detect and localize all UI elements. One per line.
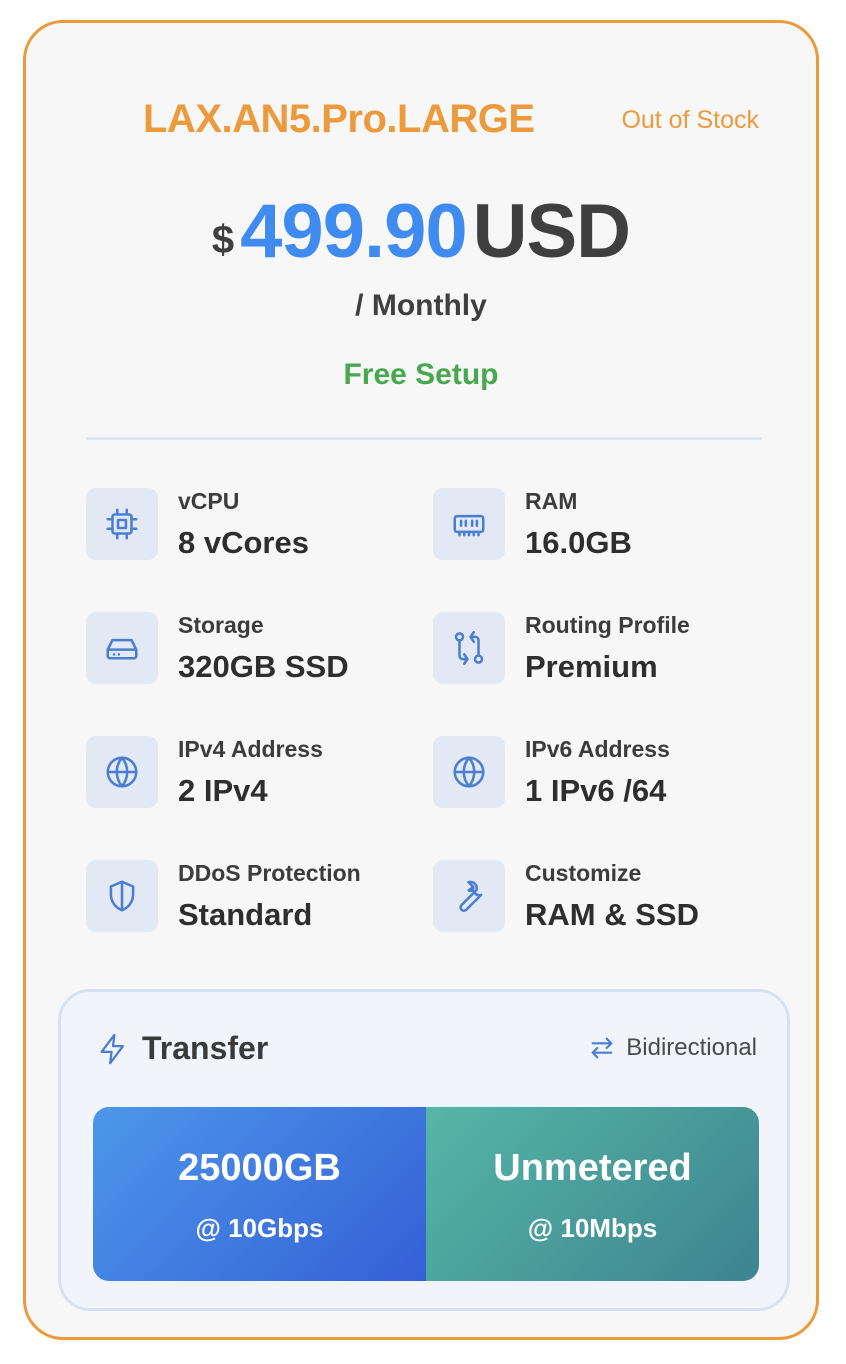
lightning-icon <box>100 1033 125 1064</box>
transfer-header: Transfer <box>96 1030 268 1067</box>
spec-label: Storage <box>178 612 264 638</box>
spec-value: 2 IPv4 <box>178 773 268 808</box>
spec-routing: Routing Profile Premium <box>433 612 753 686</box>
spec-label: IPv4 Address <box>178 736 323 762</box>
spec-ipv6: IPv6 Address 1 IPv6 /64 <box>433 736 753 810</box>
globe-icon <box>433 736 505 808</box>
spec-value: RAM & SSD <box>525 897 699 932</box>
cpu-icon <box>86 488 158 560</box>
currency-code: USD <box>472 189 631 274</box>
spec-ddos: DDoS Protection Standard <box>86 860 406 934</box>
spec-vcpu: vCPU 8 vCores <box>86 488 406 562</box>
spec-value: 320GB SSD <box>178 649 349 684</box>
spec-label: DDoS Protection <box>178 860 361 886</box>
spec-label: Customize <box>525 860 642 886</box>
spec-label: Routing Profile <box>525 612 690 638</box>
setup-fee: Free Setup <box>343 358 499 391</box>
billing-period: / Monthly <box>355 289 487 322</box>
shield-icon <box>86 860 158 932</box>
currency-symbol: $ <box>211 218 235 262</box>
transfer-speed: @ 10Mbps <box>527 1213 658 1243</box>
spec-label: RAM <box>525 488 578 514</box>
divider <box>86 437 762 440</box>
globe-icon <box>86 736 158 808</box>
transfer-mode: Bidirectional <box>588 1034 757 1062</box>
plan-name: LAX.AN5.Pro.LARGE <box>143 97 535 141</box>
spec-ipv4: IPv4 Address 2 IPv4 <box>86 736 406 810</box>
price: $499.90USD <box>26 188 816 275</box>
spec-storage: Storage 320GB SSD <box>86 612 406 686</box>
transfer-mode-label: Bidirectional <box>626 1034 757 1061</box>
transfer-title: Transfer <box>142 1030 269 1066</box>
route-icon <box>433 612 505 684</box>
price-amount: 499.90 <box>240 189 467 274</box>
spec-value: Standard <box>178 897 313 932</box>
transfer-bar-primary: 25000GB @ 10Gbps <box>93 1107 426 1281</box>
spec-value: 8 vCores <box>178 525 309 560</box>
transfer-amount: Unmetered <box>493 1147 692 1189</box>
transfer-bars: 25000GB @ 10Gbps Unmetered @ 10Mbps <box>93 1107 759 1281</box>
swap-arrows-icon <box>591 1037 613 1059</box>
spec-value: 1 IPv6 /64 <box>525 773 667 808</box>
spec-label: IPv6 Address <box>525 736 670 762</box>
spec-label: vCPU <box>178 488 240 514</box>
transfer-speed: @ 10Gbps <box>195 1213 324 1243</box>
wrench-icon <box>433 860 505 932</box>
transfer-panel: Transfer Bidirectional 25000GB @ 10Gbps … <box>58 989 790 1311</box>
memory-icon <box>433 488 505 560</box>
plan-card[interactable]: LAX.AN5.Pro.LARGE Out of Stock $499.90US… <box>23 20 819 1340</box>
stock-status: Out of Stock <box>621 106 759 134</box>
spec-value: Premium <box>525 649 658 684</box>
spec-ram: RAM 16.0GB <box>433 488 753 562</box>
transfer-bar-secondary: Unmetered @ 10Mbps <box>426 1107 759 1281</box>
transfer-amount: 25000GB <box>178 1147 341 1189</box>
spec-customize: Customize RAM & SSD <box>433 860 753 934</box>
hard-drive-icon <box>86 612 158 684</box>
spec-value: 16.0GB <box>525 525 632 560</box>
